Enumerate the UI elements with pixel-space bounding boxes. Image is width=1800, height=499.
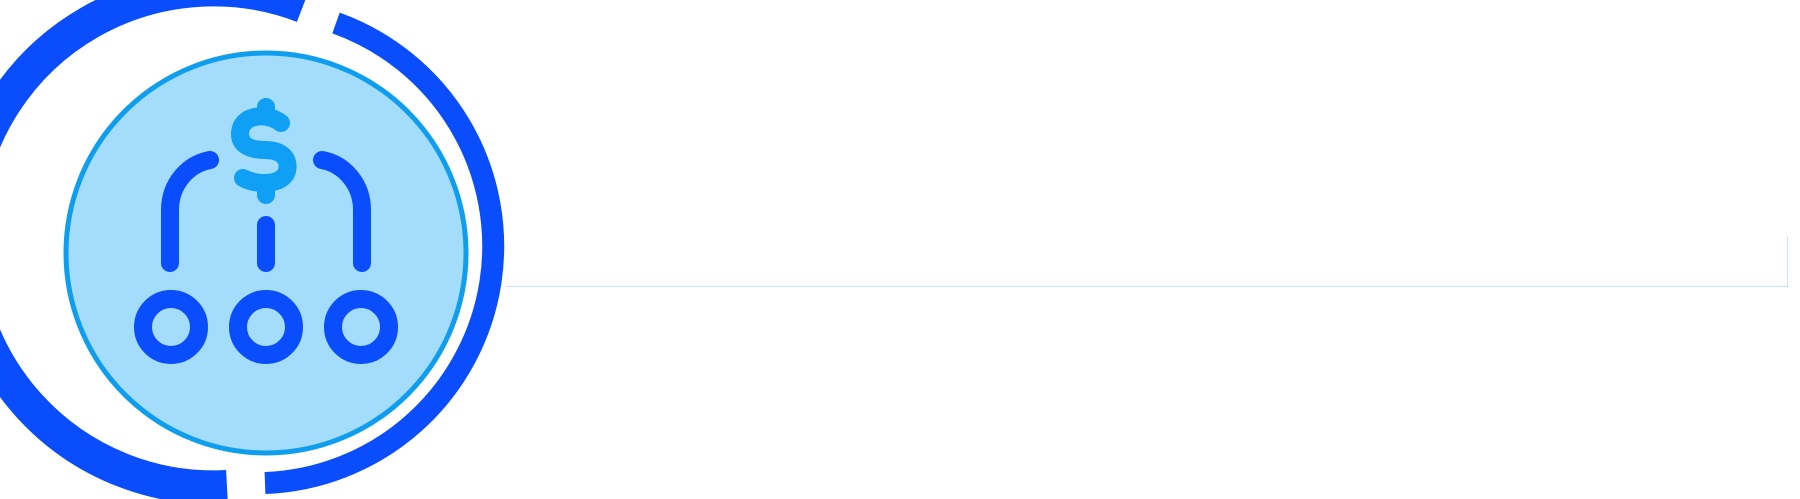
connector-end-tick [1787,236,1788,286]
canvas [0,0,1800,499]
dollar-sign-icon [231,98,297,204]
connector-line [506,286,1789,287]
money-distribution-emblem [0,0,505,499]
